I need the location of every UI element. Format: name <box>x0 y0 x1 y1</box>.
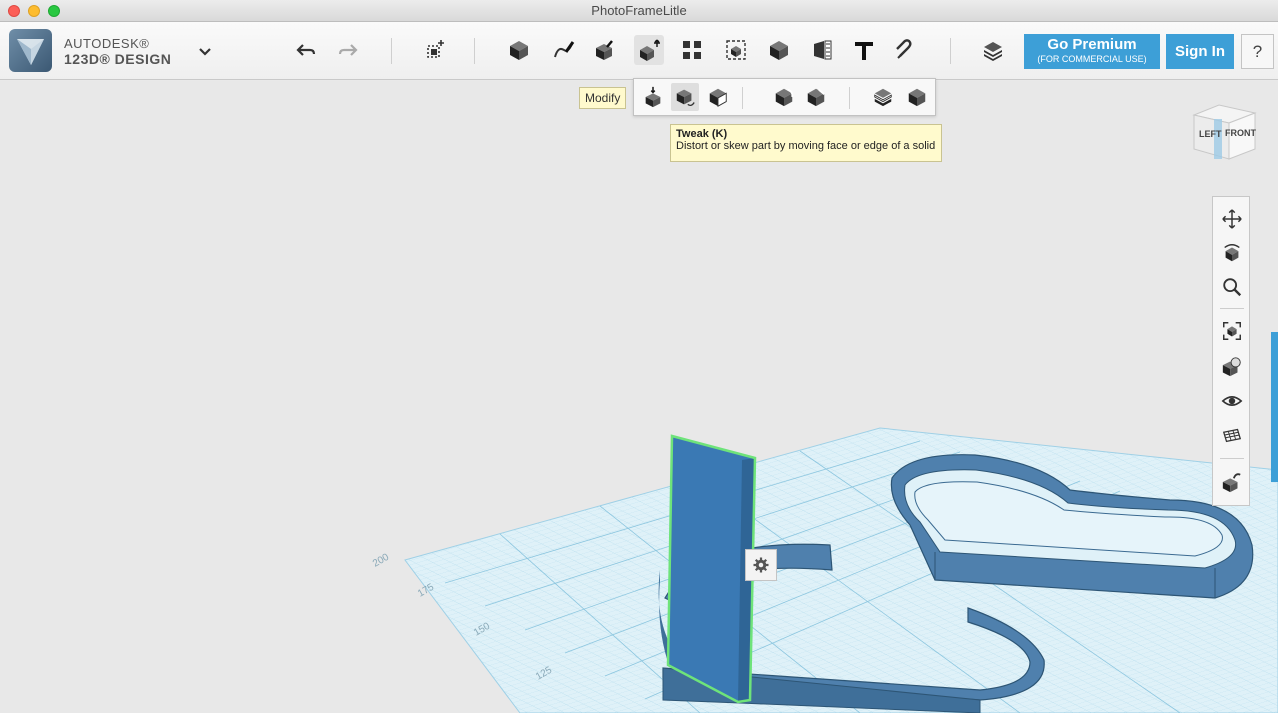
premium-title: Go Premium <box>1047 36 1137 53</box>
visibility-button[interactable] <box>1219 388 1245 414</box>
press-pull-icon <box>645 86 661 108</box>
modify-tooltip: Modify <box>579 87 627 109</box>
sketch-icon <box>554 41 575 58</box>
sketch-button[interactable] <box>549 35 579 65</box>
material-button[interactable] <box>1219 469 1245 495</box>
tweak-tooltip: Tweak (K) Distort or skew part by moving… <box>670 124 942 162</box>
pan-button[interactable] <box>1219 206 1245 232</box>
tweak-tooltip-title: Tweak (K) <box>676 128 728 140</box>
brand-line-2: 123D® DESIGN <box>64 51 172 67</box>
fit-icon <box>1223 322 1241 340</box>
redo-icon <box>338 44 358 56</box>
solid-view-button[interactable] <box>1219 354 1245 380</box>
undo-button[interactable] <box>291 35 321 65</box>
text-icon <box>855 42 873 60</box>
autodesk-logo-icon <box>17 39 44 65</box>
main-toolbar: AUTODESK® 123D® DESIGN Go Premium (FOR C… <box>0 22 1278 80</box>
construct-button[interactable] <box>591 35 621 65</box>
window-titlebar: PhotoFrameLitle <box>0 0 1278 22</box>
primitives-icon <box>510 41 528 60</box>
selected-panel-model[interactable] <box>666 434 757 704</box>
nav-separator <box>1220 308 1244 309</box>
shell-button[interactable] <box>903 83 931 111</box>
split-face-button[interactable] <box>704 83 732 111</box>
materials-button[interactable] <box>978 35 1008 65</box>
tweak-icon <box>676 89 695 107</box>
zoom-icon <box>1223 278 1242 297</box>
toolbar-separator <box>391 38 392 64</box>
split-face-icon <box>709 88 727 107</box>
side-panel-tab[interactable] <box>1271 332 1278 482</box>
redo-button[interactable] <box>333 35 363 65</box>
app-logo[interactable] <box>9 29 52 72</box>
fit-button[interactable] <box>1219 318 1245 344</box>
modify-button[interactable] <box>634 35 664 65</box>
press-pull-button[interactable] <box>639 83 667 111</box>
text-button[interactable] <box>849 35 879 65</box>
transform-icon <box>427 40 444 58</box>
grid-icon <box>1222 428 1242 443</box>
chamfer-button[interactable] <box>802 83 830 111</box>
measure-icon <box>814 40 832 60</box>
view-cube-left-label: LEFT <box>1199 129 1222 139</box>
grid-label: 200 <box>371 552 391 570</box>
submenu-separator <box>742 87 743 109</box>
measure-button[interactable] <box>807 35 837 65</box>
3d-viewport[interactable]: 200 175 150 125 <box>0 81 1278 713</box>
modify-submenu <box>633 78 936 116</box>
shell-icon <box>908 88 926 107</box>
grouping-icon <box>726 40 746 60</box>
split-solid-icon <box>874 88 892 107</box>
chamfer-icon <box>807 88 825 107</box>
toolbar-separator <box>950 38 951 64</box>
grouping-button[interactable] <box>721 35 751 65</box>
submenu-separator <box>849 87 850 109</box>
snap-icon <box>896 39 912 59</box>
eye-icon <box>1221 396 1243 406</box>
orbit-button[interactable] <box>1219 240 1245 266</box>
snap-button[interactable] <box>891 35 921 65</box>
split-solid-button[interactable] <box>869 83 897 111</box>
tweak-button[interactable] <box>671 83 699 111</box>
orbit-icon <box>1224 244 1240 262</box>
pattern-button[interactable] <box>677 35 707 65</box>
view-cube[interactable]: LEFT FRONT <box>1189 101 1259 165</box>
sign-in-button[interactable]: Sign In <box>1166 34 1234 69</box>
fillet-icon <box>775 88 794 107</box>
object-settings-button[interactable] <box>745 549 777 581</box>
pattern-icon <box>683 41 701 59</box>
zoom-button[interactable] <box>1219 274 1245 300</box>
grid-toggle-button[interactable] <box>1219 422 1245 448</box>
primitives-button[interactable] <box>504 35 534 65</box>
brand-line-1: AUTODESK® <box>64 36 150 51</box>
scene-canvas[interactable]: 200 175 150 125 <box>0 81 1278 713</box>
chevron-down-icon[interactable] <box>196 44 214 58</box>
modify-icon <box>640 39 660 61</box>
materials-icon <box>984 42 1002 61</box>
premium-subtitle: (FOR COMMERCIAL USE) <box>1037 54 1147 64</box>
material-icon <box>1222 473 1241 493</box>
combine-button[interactable] <box>764 35 794 65</box>
construct-icon <box>596 40 613 60</box>
help-button[interactable]: ? <box>1241 34 1274 69</box>
gear-icon <box>753 557 769 573</box>
tweak-tooltip-description: Distort or skew part by moving face or e… <box>676 140 936 152</box>
view-cube-front-label: FRONT <box>1225 128 1256 138</box>
fillet-button[interactable] <box>770 83 798 111</box>
window-title: PhotoFrameLitle <box>591 3 687 18</box>
undo-icon <box>296 44 316 56</box>
toolbar-separator <box>474 38 475 64</box>
navigation-bar <box>1212 196 1250 506</box>
transform-button[interactable] <box>420 35 450 65</box>
go-premium-button[interactable]: Go Premium (FOR COMMERCIAL USE) <box>1024 34 1160 69</box>
combine-icon <box>770 41 788 60</box>
pan-icon <box>1222 209 1242 229</box>
nav-separator <box>1220 458 1244 459</box>
solid-view-icon <box>1222 357 1241 377</box>
